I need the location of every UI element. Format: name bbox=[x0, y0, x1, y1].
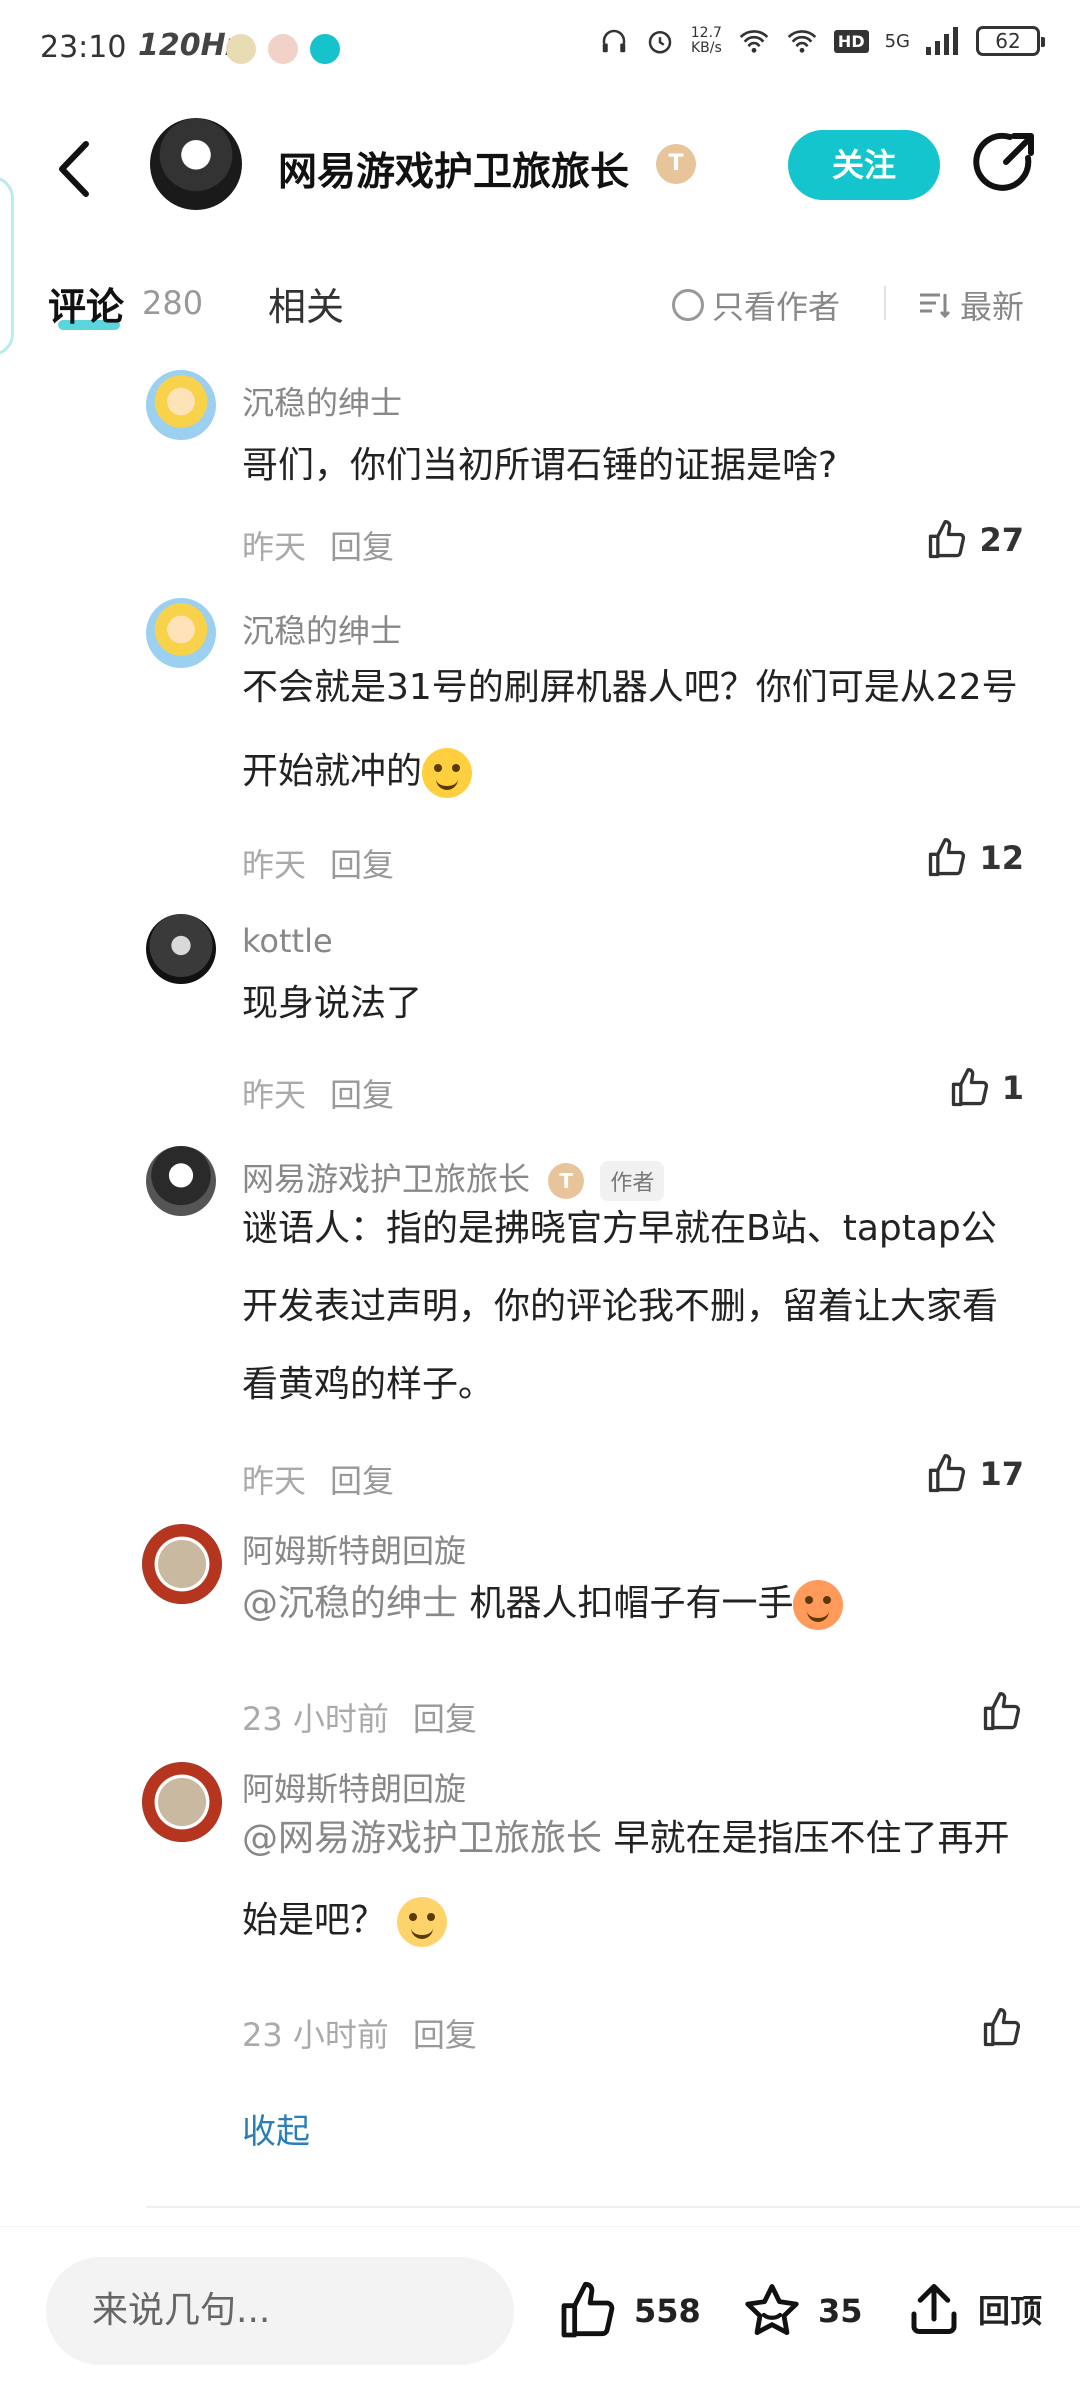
upload-arrow-icon bbox=[911, 2284, 957, 2334]
comment-meta: 23 小时前 回复 bbox=[242, 1694, 477, 1740]
reply-button[interactable]: 回复 bbox=[330, 1462, 394, 1500]
thumbs-up-icon bbox=[929, 520, 966, 559]
favorite-button[interactable]: 35 bbox=[740, 2279, 863, 2343]
share-icon[interactable] bbox=[970, 128, 1040, 198]
sort-label: 最新 bbox=[960, 288, 1025, 326]
thumbs-up-icon bbox=[983, 2008, 1021, 2047]
comment-input[interactable] bbox=[46, 2257, 514, 2365]
top-header: 网易游戏护卫旅旅长 T 关注 bbox=[0, 96, 1080, 236]
avatar[interactable] bbox=[146, 1146, 216, 1216]
comment-time: 昨天 bbox=[242, 846, 307, 884]
reply-button[interactable]: 回复 bbox=[413, 1700, 477, 1738]
wifi-icon bbox=[787, 30, 817, 53]
comment-meta: 昨天 回复 bbox=[242, 1456, 394, 1502]
comment-count: 280 bbox=[142, 284, 204, 322]
like-button[interactable]: 1 bbox=[948, 1066, 1024, 1110]
divider bbox=[884, 286, 886, 320]
like-count: 558 bbox=[634, 2292, 701, 2330]
page-title[interactable]: 网易游戏护卫旅旅长 bbox=[278, 141, 629, 197]
emoji-icon bbox=[397, 1897, 448, 1947]
reply-button[interactable]: 回复 bbox=[330, 528, 394, 566]
tab-comments[interactable]: 评论 bbox=[48, 276, 124, 331]
reply-button[interactable]: 回复 bbox=[330, 1076, 394, 1114]
like-button[interactable] bbox=[980, 1690, 1024, 1734]
like-button[interactable] bbox=[980, 2006, 1024, 2050]
app-notification-icon bbox=[226, 34, 256, 64]
sort-dropdown[interactable]: 最新 bbox=[918, 282, 1024, 328]
emoji-icon bbox=[422, 748, 473, 798]
only-author-toggle[interactable]: 只看作者 bbox=[672, 282, 840, 328]
comment-time: 23 小时前 bbox=[242, 1700, 389, 1738]
level-badge: T bbox=[656, 144, 696, 184]
like-button[interactable]: 17 bbox=[925, 1452, 1024, 1496]
network-speed: 12.7 KB/s bbox=[690, 25, 722, 56]
comment-meta: 昨天 回复 bbox=[242, 840, 394, 886]
comment-text: 不会就是31号的刷屏机器人吧？你们可是从22号开始就冲的 bbox=[242, 646, 1032, 814]
comment-text: 现身说法了 bbox=[242, 983, 423, 1024]
sort-icon bbox=[920, 293, 951, 319]
thumbs-up-icon bbox=[929, 1454, 966, 1493]
thumbs-up-icon bbox=[561, 2281, 615, 2338]
favorite-count: 35 bbox=[818, 2292, 863, 2330]
avatar[interactable] bbox=[146, 598, 216, 668]
thumbs-up-icon bbox=[983, 1692, 1021, 1731]
comment-text: @沉稳的绅士 机器人扣帽子有一手 bbox=[242, 1562, 1032, 1646]
back-arrow-icon[interactable] bbox=[50, 134, 100, 204]
divider bbox=[146, 2206, 1080, 2208]
emoji-icon bbox=[793, 1580, 844, 1630]
only-author-label: 只看作者 bbox=[712, 288, 841, 326]
comment-time: 昨天 bbox=[242, 1076, 307, 1114]
like-count: 17 bbox=[979, 1455, 1024, 1493]
wifi-icon bbox=[739, 30, 769, 53]
avatar[interactable] bbox=[146, 914, 216, 984]
comment-meta: 23 小时前 回复 bbox=[242, 2010, 477, 2056]
bottom-action-bar: 558 35 回顶 bbox=[0, 2226, 1080, 2400]
like-button[interactable]: 27 bbox=[925, 518, 1024, 562]
back-to-top-button[interactable]: 回顶 bbox=[904, 2279, 1042, 2339]
status-time: 23:10 bbox=[40, 30, 127, 65]
tab-related[interactable]: 相关 bbox=[268, 276, 344, 331]
avatar[interactable] bbox=[146, 370, 216, 440]
mention-link[interactable]: @网易游戏护卫旅旅长 bbox=[242, 1818, 602, 1859]
reply-button[interactable]: 回复 bbox=[413, 2016, 477, 2054]
reply-button[interactable]: 回复 bbox=[330, 846, 394, 884]
comment-time: 昨天 bbox=[242, 528, 307, 566]
signal-icon bbox=[926, 27, 958, 55]
follow-button[interactable]: 关注 bbox=[788, 130, 940, 200]
comment-text: @网易游戏护卫旅旅长 早就在是指压不住了再开始是吧？ bbox=[242, 1798, 1032, 1962]
comment-time: 23 小时前 bbox=[242, 2016, 389, 2054]
comment-meta: 昨天 回复 bbox=[242, 1070, 394, 1116]
battery-indicator: 62 bbox=[976, 26, 1045, 56]
status-bar: 23:10 120Hz 12.7 KB/s HD 5G 62 bbox=[0, 0, 1080, 96]
author-avatar[interactable] bbox=[150, 118, 242, 210]
headphone-icon bbox=[602, 29, 625, 53]
hd-badge: HD bbox=[833, 29, 869, 53]
comment-text: 哥们，你们当初所谓石锤的证据是啥? bbox=[242, 445, 838, 486]
like-post-button[interactable]: 558 bbox=[556, 2279, 701, 2343]
like-count: 12 bbox=[979, 839, 1024, 877]
collapse-replies-link[interactable]: 收起 bbox=[242, 2104, 310, 2153]
app-notification-icon bbox=[310, 34, 340, 64]
star-icon bbox=[745, 2284, 799, 2335]
comment-username[interactable]: 沉稳的绅士 bbox=[242, 378, 402, 424]
like-count: 1 bbox=[1001, 1069, 1024, 1107]
mention-link[interactable]: @沉稳的绅士 bbox=[242, 1583, 458, 1624]
alarm-icon bbox=[648, 31, 671, 54]
comment-username[interactable]: kottle bbox=[242, 922, 333, 960]
radio-icon bbox=[672, 289, 704, 321]
thumbs-up-icon bbox=[951, 1068, 988, 1107]
avatar[interactable] bbox=[142, 1762, 222, 1842]
comment-text: 谜语人：指的是拂晓官方早就在B站、taptap公开发表过声明，你的评论我不删，留… bbox=[242, 1208, 999, 1405]
thumbs-up-icon bbox=[929, 838, 966, 877]
like-count: 27 bbox=[979, 521, 1024, 559]
network-type: 5G bbox=[884, 30, 910, 52]
avatar[interactable] bbox=[142, 1524, 222, 1604]
comment-meta: 昨天 回复 bbox=[242, 522, 394, 568]
like-button[interactable]: 12 bbox=[925, 836, 1024, 880]
app-notification-icon bbox=[268, 34, 298, 64]
back-to-top-label: 回顶 bbox=[978, 2292, 1043, 2330]
comment-time: 昨天 bbox=[242, 1462, 307, 1500]
comment-tabs: 评论 280 相关 只看作者 最新 bbox=[0, 262, 1080, 342]
